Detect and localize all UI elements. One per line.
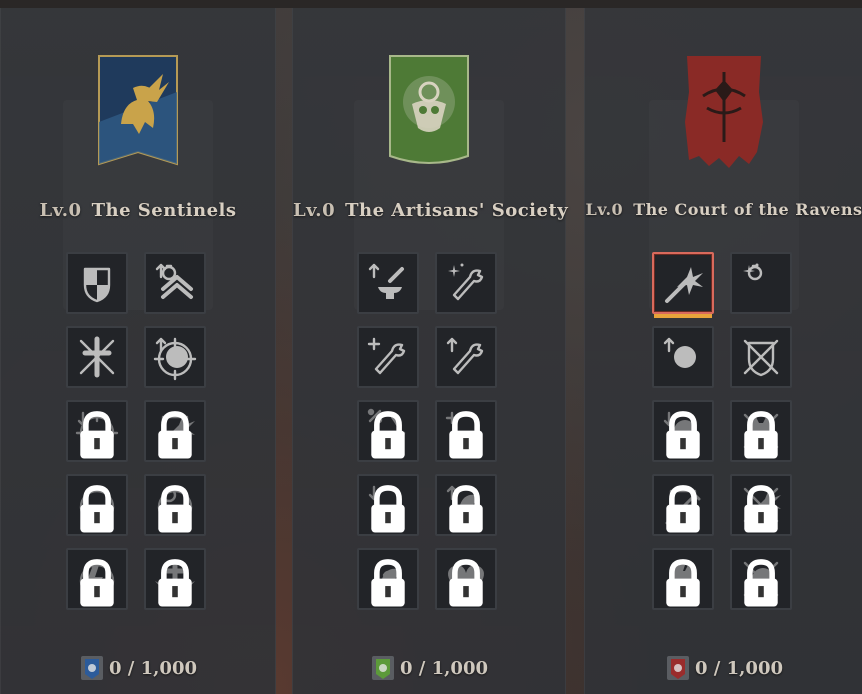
skill-slot-locked[interactable] <box>144 474 206 536</box>
shield-crossed-swords-icon <box>743 339 779 377</box>
reputation-medal-icon <box>667 656 689 680</box>
lock-icon <box>744 485 778 533</box>
faction-title: Lv.0 The Artisans' Society <box>293 200 569 221</box>
skill-slot[interactable] <box>652 326 714 388</box>
faction-panel-artisans: Lv.0 The Artisans' Society 0 / 1,000 <box>292 8 569 694</box>
lock-icon <box>371 559 405 607</box>
skull-up-icon <box>663 337 696 368</box>
faction-name: The Court of the Ravens <box>633 200 862 219</box>
sword-burst-icon <box>665 267 703 303</box>
skill-slot[interactable] <box>144 252 206 314</box>
skill-slot-locked[interactable] <box>144 400 206 462</box>
wrench-up-icon <box>446 337 484 375</box>
shield-quarter-icon <box>83 267 111 303</box>
lock-icon <box>744 411 778 459</box>
skill-slot-locked[interactable] <box>435 548 497 610</box>
top-band <box>0 0 862 8</box>
reputation-value: 0 / 1,000 <box>695 657 783 679</box>
skill-slot-locked[interactable] <box>66 548 128 610</box>
lock-icon <box>449 559 483 607</box>
skill-slot-locked[interactable] <box>144 548 206 610</box>
skill-slot-locked[interactable] <box>730 474 792 536</box>
faction-name: The Sentinels <box>91 200 237 221</box>
reputation-progress: 0 / 1,000 <box>293 654 565 682</box>
anvil-up-icon <box>368 263 404 299</box>
faction-panel-sentinels: Lv.0 The Sentinels 0 / 1,000 <box>0 8 276 694</box>
faction-level: Lv.0 <box>585 200 624 219</box>
target-skull-up-icon <box>153 337 197 381</box>
faction-banner-ravens <box>679 52 769 176</box>
skill-slot-locked[interactable] <box>435 400 497 462</box>
crossed-swords-emblem-icon <box>79 336 115 378</box>
faction-level: Lv.0 <box>293 200 336 221</box>
faction-banner-sentinels <box>93 52 183 176</box>
faction-title: Lv.0 The Court of the Ravens <box>585 200 862 219</box>
lock-icon <box>666 485 700 533</box>
wrench-sparkle-icon <box>448 263 484 301</box>
skill-slot[interactable] <box>66 326 128 388</box>
skill-slot-locked[interactable] <box>730 548 792 610</box>
skill-slot-locked[interactable] <box>652 548 714 610</box>
skill-slot-locked[interactable] <box>357 474 419 536</box>
reputation-progress: 0 / 1,000 <box>1 654 275 682</box>
potion-chevron-up-icon <box>155 263 193 299</box>
skill-slot-locked[interactable] <box>66 400 128 462</box>
skill-slot[interactable] <box>144 326 206 388</box>
selection-indicator <box>654 314 712 318</box>
skill-slot[interactable] <box>66 252 128 314</box>
skill-slot-locked[interactable] <box>357 400 419 462</box>
lock-icon <box>80 559 114 607</box>
lock-icon <box>158 485 192 533</box>
skill-slot-locked[interactable] <box>357 548 419 610</box>
lock-icon <box>80 485 114 533</box>
skill-slot-locked[interactable] <box>730 400 792 462</box>
reputation-value: 0 / 1,000 <box>109 657 197 679</box>
lock-icon <box>744 559 778 607</box>
skill-slot-selected[interactable] <box>652 252 714 318</box>
skill-slot[interactable] <box>435 326 497 388</box>
lock-icon <box>449 485 483 533</box>
reputation-value: 0 / 1,000 <box>400 657 488 679</box>
reputation-medal-icon <box>81 656 103 680</box>
lock-icon <box>371 411 405 459</box>
faction-name: The Artisans' Society <box>345 200 569 221</box>
skill-slot[interactable] <box>730 326 792 388</box>
skill-slot[interactable] <box>730 252 792 314</box>
faction-level: Lv.0 <box>39 200 82 221</box>
lock-icon <box>371 485 405 533</box>
skill-slot[interactable] <box>357 326 419 388</box>
lock-icon <box>158 411 192 459</box>
reputation-progress: 0 / 1,000 <box>585 654 862 682</box>
wrench-plus-icon <box>367 337 406 375</box>
faction-panel-ravens: Lv.0 The Court of the Ravens 0 / 1,000 <box>584 8 862 694</box>
lock-icon <box>158 559 192 607</box>
lock-icon <box>80 411 114 459</box>
skill-slot-locked[interactable] <box>652 400 714 462</box>
skill-slot[interactable] <box>435 252 497 314</box>
lock-icon <box>666 411 700 459</box>
skill-slot-locked[interactable] <box>652 474 714 536</box>
lock-icon <box>666 559 700 607</box>
skill-slot-locked[interactable] <box>435 474 497 536</box>
skill-slot[interactable] <box>357 252 419 314</box>
potion-sparkle-icon <box>743 263 763 281</box>
reputation-medal-icon <box>372 656 394 680</box>
faction-banner-artisans <box>384 52 474 176</box>
lock-icon <box>449 411 483 459</box>
skill-slot-locked[interactable] <box>66 474 128 536</box>
faction-title: Lv.0 The Sentinels <box>1 200 275 221</box>
